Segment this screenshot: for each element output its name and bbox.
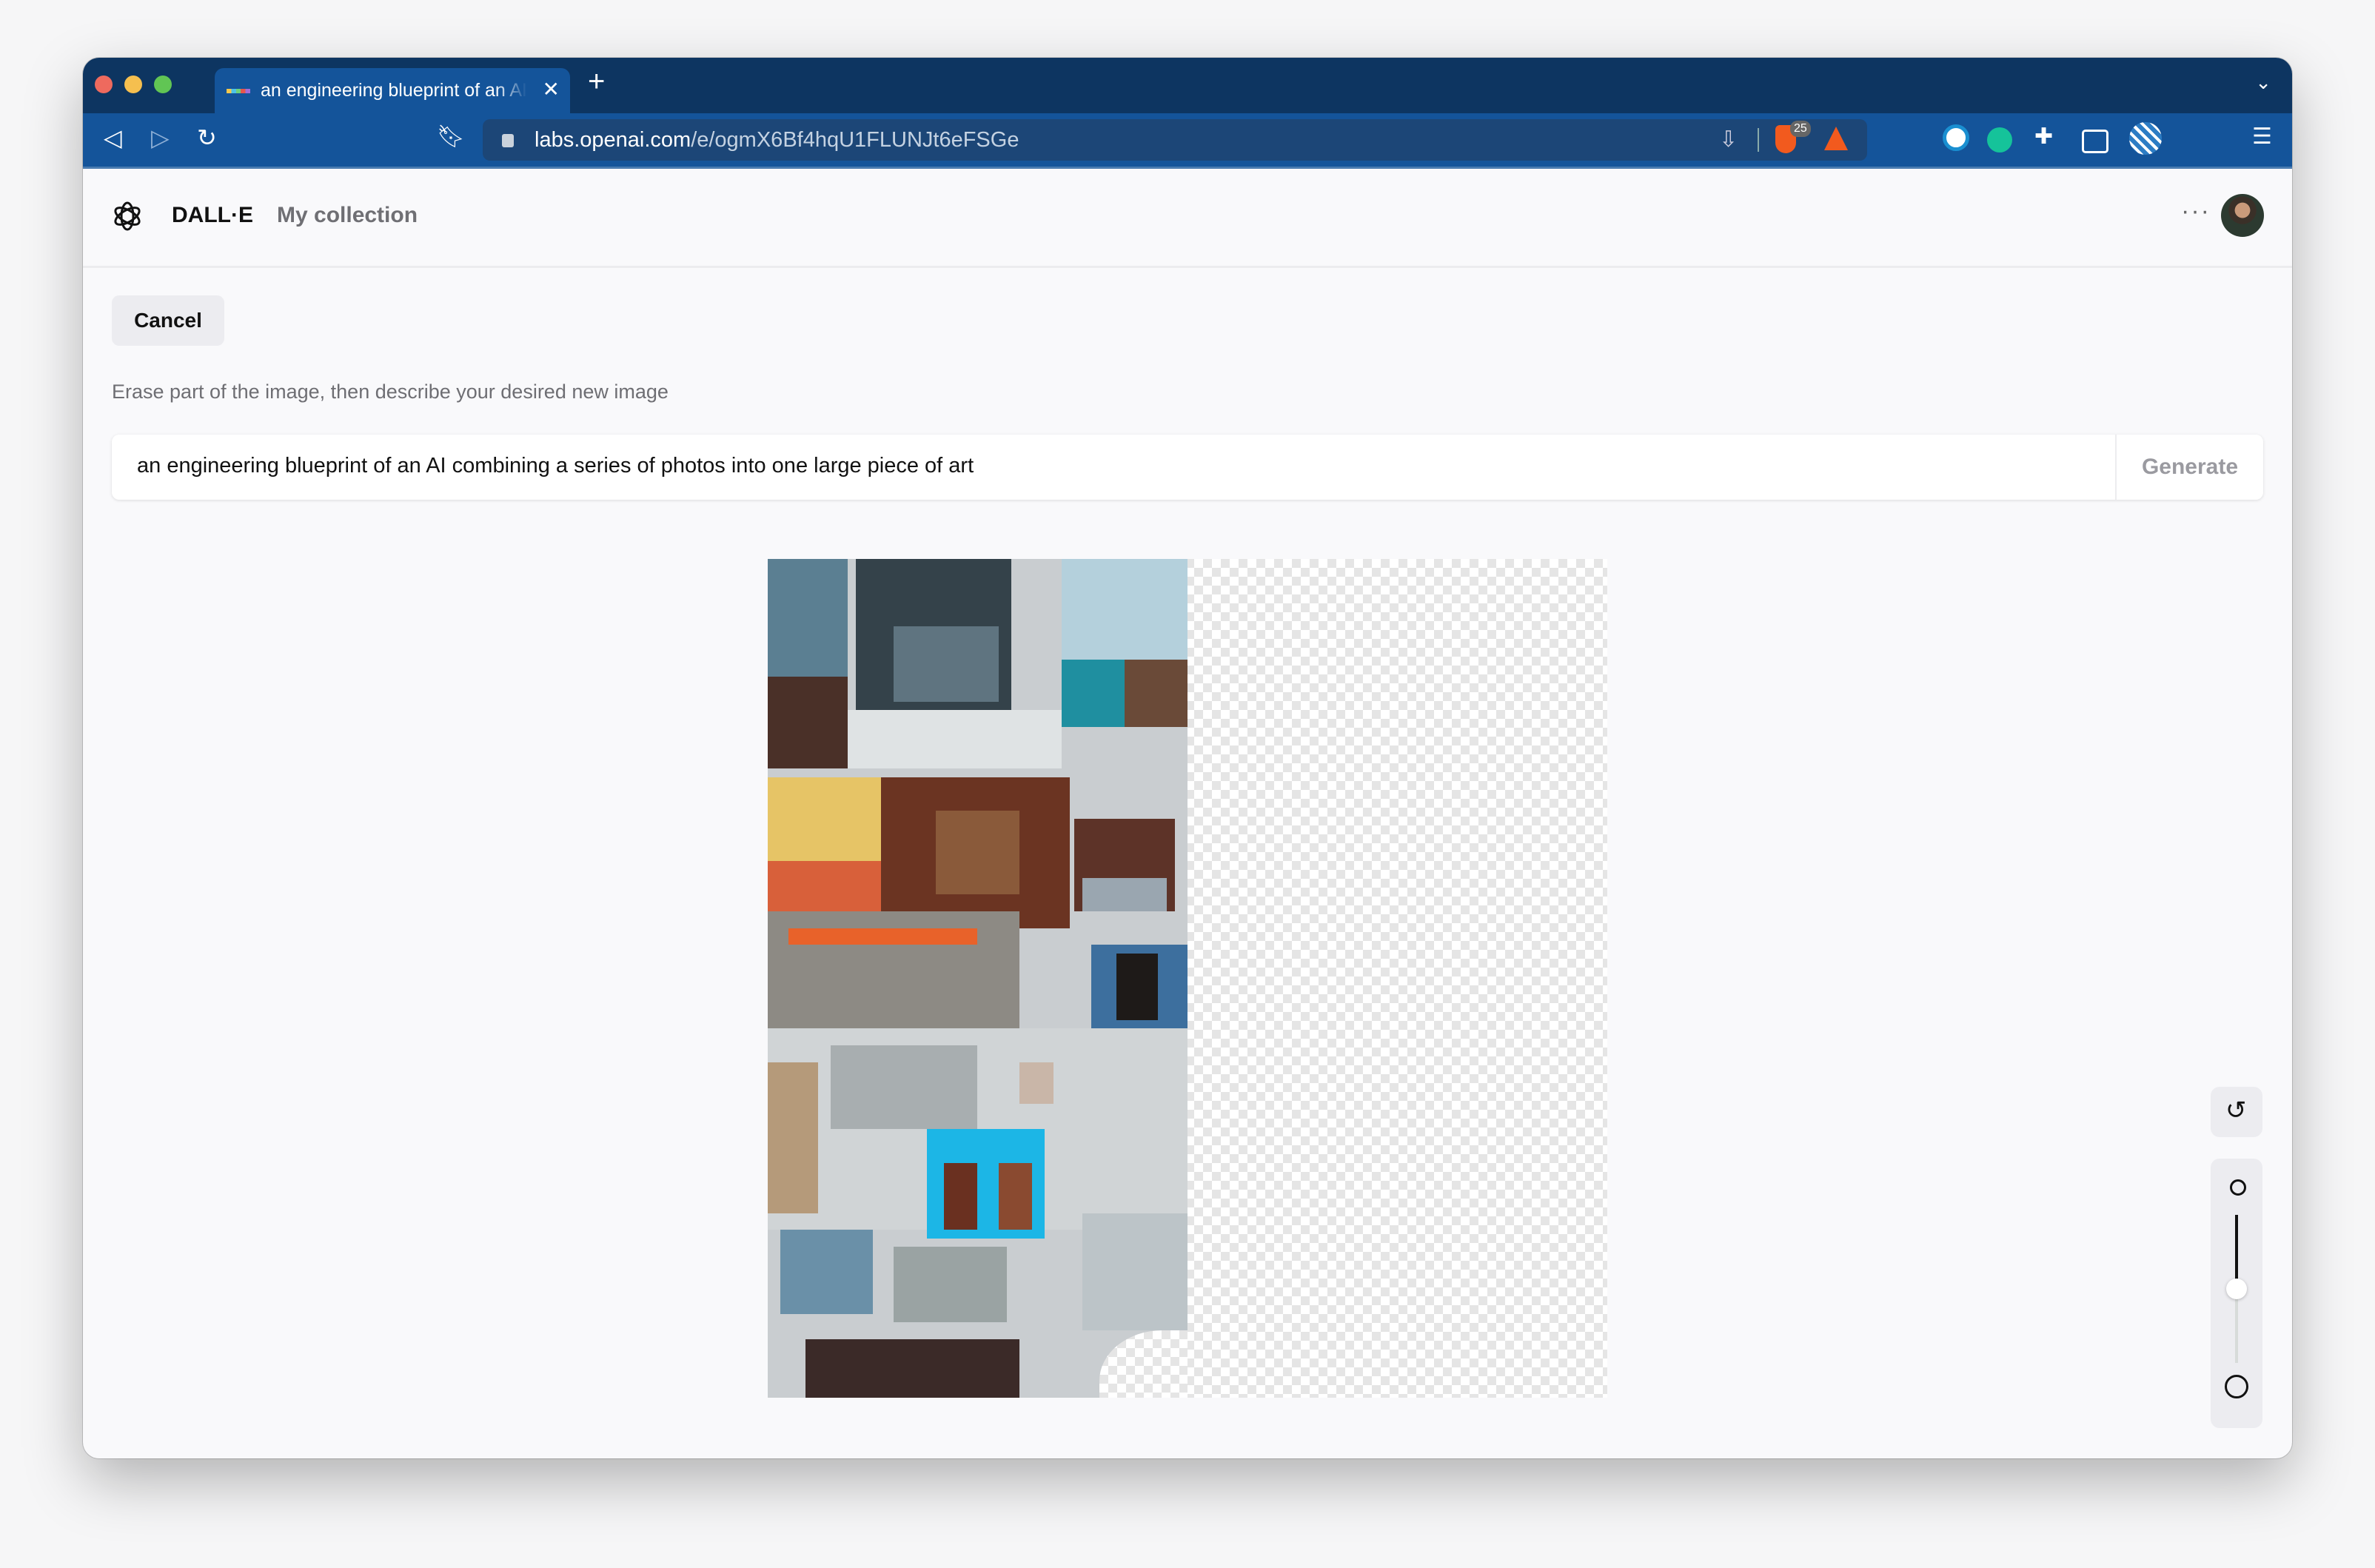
url-path: /e/ogmX6Bf4hqU1FLUNJt6eFSGe: [691, 128, 1019, 152]
collage-fragment: [768, 676, 848, 769]
more-options-icon[interactable]: ···: [2181, 197, 2211, 226]
collage-fragment: [805, 1339, 1020, 1398]
url-host: labs.openai.com: [535, 128, 691, 152]
chevron-down-icon[interactable]: ⌄: [2255, 71, 2271, 94]
edit-instructions: Erase part of the image, then describe y…: [112, 381, 669, 403]
brush-size-slider-fill: [2235, 1215, 2238, 1289]
collage-fragment: [1082, 877, 1167, 911]
profile-extension-icon[interactable]: [2129, 122, 2162, 155]
new-tab-icon[interactable]: +: [588, 65, 605, 98]
prompt-value[interactable]: an engineering blueprint of an AI combin…: [137, 454, 974, 478]
brand-name[interactable]: DALL·E: [172, 203, 253, 228]
minimize-window-button[interactable]: [124, 76, 142, 93]
erased-region: [1099, 1330, 1188, 1398]
brush-size-slider-handle[interactable]: [2226, 1279, 2247, 1299]
collage-fragment: [935, 810, 1020, 895]
shield-count-badge: 25: [1790, 121, 1811, 137]
collage-fragment: [768, 860, 882, 911]
favicon-icon: [227, 89, 250, 93]
back-icon[interactable]: ◁: [104, 124, 122, 152]
openai-logo-icon[interactable]: [111, 200, 144, 232]
avatar[interactable]: [2221, 194, 2264, 237]
address-bar[interactable]: labs.openai.com/e/ogmX6Bf4hqU1FLUNJt6eFS…: [483, 119, 1867, 161]
tab-title: an engineering blueprint of an AI combin…: [261, 80, 527, 101]
collage-fragment: [847, 709, 1062, 769]
reload-icon[interactable]: ↻: [197, 124, 217, 152]
browser-toolbar: ◁ ▷ ↻ 🔖︎ labs.openai.com/e/ogmX6Bf4hqU1F…: [83, 113, 2292, 169]
menu-icon[interactable]: ☰: [2252, 124, 2272, 150]
install-icon[interactable]: ⇩: [1719, 127, 1738, 153]
edit-canvas[interactable]: [768, 559, 1607, 1398]
forward-icon[interactable]: ▷: [151, 124, 170, 152]
close-tab-icon[interactable]: ✕: [543, 77, 560, 101]
browser-window: an engineering blueprint of an AI combin…: [83, 58, 2292, 1458]
image-collage[interactable]: [768, 559, 1188, 1398]
brush-size-panel: [2211, 1159, 2262, 1428]
grammarly-icon[interactable]: [1987, 127, 2012, 153]
1password-icon[interactable]: [1943, 124, 1969, 151]
collage-fragment: [894, 1247, 1008, 1323]
cancel-button[interactable]: Cancel: [112, 295, 224, 346]
collage-fragment: [1082, 1213, 1188, 1331]
collage-fragment: [780, 1230, 873, 1314]
url-text[interactable]: labs.openai.com/e/ogmX6Bf4hqU1FLUNJt6eFS…: [535, 128, 1019, 153]
close-window-button[interactable]: [95, 76, 113, 93]
collage-fragment: [768, 1062, 819, 1213]
lock-icon: [502, 134, 514, 147]
collage-fragment: [831, 1045, 978, 1130]
wallet-icon[interactable]: [2082, 130, 2108, 153]
tab-active[interactable]: an engineering blueprint of an AI combin…: [215, 68, 570, 113]
collage-fragment: [1019, 1062, 1053, 1105]
collage-fragment: [944, 1162, 978, 1230]
tab-bar: an engineering blueprint of an AI combin…: [83, 58, 2292, 113]
small-brush-icon: [2230, 1179, 2246, 1196]
large-brush-icon: [2225, 1375, 2248, 1398]
app-header: DALL·E My collection ···: [83, 169, 2292, 268]
collage-fragment: [894, 626, 999, 702]
bookmark-icon[interactable]: 🔖︎: [437, 124, 465, 150]
undo-icon: ↺: [2225, 1096, 2247, 1125]
brave-rewards-icon[interactable]: [1824, 127, 1848, 150]
extensions-icon[interactable]: ✚: [2034, 124, 2053, 150]
collage-fragment: [1116, 953, 1159, 1021]
nav-my-collection[interactable]: My collection: [277, 203, 418, 228]
prompt-input[interactable]: an engineering blueprint of an AI combin…: [112, 435, 2263, 500]
undo-button[interactable]: ↺: [2211, 1087, 2262, 1137]
maximize-window-button[interactable]: [154, 76, 172, 93]
collage-fragment: [998, 1162, 1033, 1230]
generate-button[interactable]: Generate: [2115, 435, 2263, 500]
collage-fragment: [1061, 659, 1125, 727]
collage-fragment: [788, 928, 978, 945]
collage-fragment: [1124, 659, 1188, 727]
